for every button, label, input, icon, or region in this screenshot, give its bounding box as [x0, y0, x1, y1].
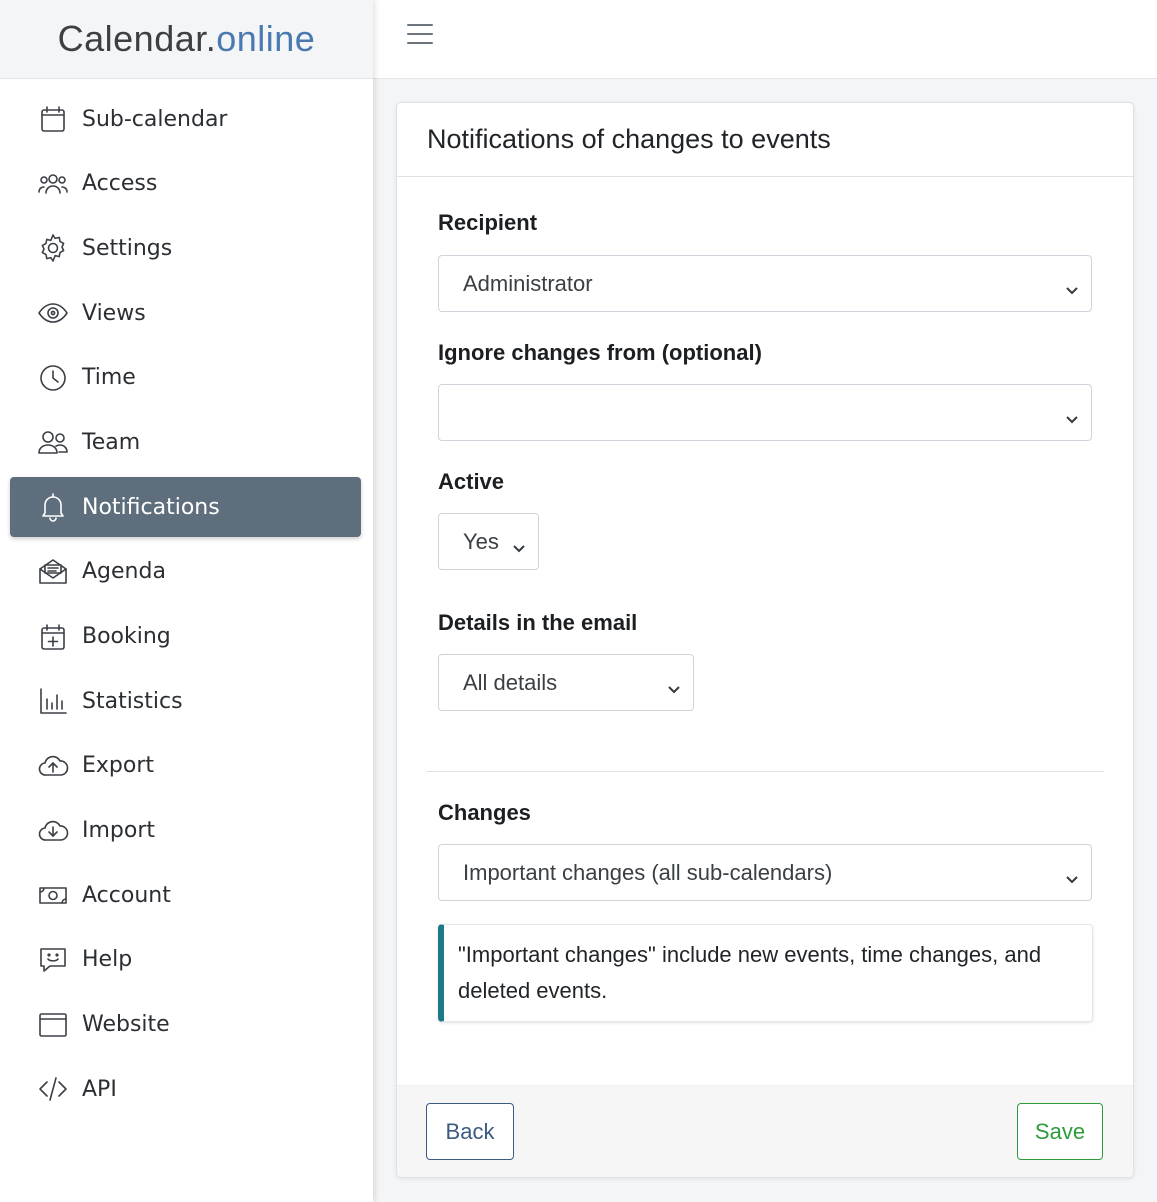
chevron-down-icon [667, 676, 681, 693]
ignore-changes-label: Ignore changes from (optional) [438, 340, 762, 365]
section-divider [426, 771, 1104, 772]
clock-icon [36, 361, 70, 395]
sidebar-item-export[interactable]: Export [10, 736, 361, 796]
active-select-value: Yes [463, 528, 499, 554]
chevron-down-icon [512, 535, 526, 552]
sidebar-item-booking[interactable]: Booking [10, 607, 361, 667]
active-select[interactable]: Yes [438, 513, 539, 570]
sidebar-item-label: Help [82, 947, 133, 973]
browser-window-icon [36, 1008, 70, 1042]
details-select-value: All details [463, 669, 558, 695]
recipient-label: Recipient [438, 210, 538, 235]
sidebar-item-label: Booking [82, 624, 171, 649]
code-icon [36, 1072, 70, 1106]
info-callout: "Important changes" include new events, … [438, 924, 1093, 1022]
sidebar-item-settings[interactable]: Settings [10, 218, 361, 278]
eye-icon [36, 296, 70, 330]
chevron-down-icon [1065, 406, 1079, 423]
team-icon [36, 425, 70, 459]
sidebar-item-label: Team [82, 429, 141, 455]
sidebar-item-label: API [82, 1076, 117, 1102]
menu-toggle-icon[interactable] [407, 24, 433, 46]
sidebar-item-label: Access [82, 171, 158, 197]
chat-smile-icon [36, 943, 70, 977]
details-select[interactable]: All details [438, 654, 694, 711]
recipient-select[interactable]: Administrator [438, 255, 1092, 312]
sidebar-nav: Sub-calendar Access Settings Views Time … [0, 79, 373, 1119]
sidebar-item-label: Website [82, 1012, 170, 1038]
cloud-upload-icon [36, 749, 70, 783]
brand-name-part1: Calendar. [57, 18, 217, 59]
ignore-changes-select[interactable] [438, 384, 1092, 441]
sidebar-item-label: Account [82, 882, 171, 908]
save-button[interactable]: Save [1017, 1103, 1103, 1160]
sidebar-item-time[interactable]: Time [10, 348, 361, 408]
sidebar-item-team[interactable]: Team [10, 412, 361, 472]
sidebar-item-notifications[interactable]: Notifications [10, 477, 361, 538]
sidebar-item-label: Import [82, 818, 156, 844]
sidebar-item-label: Time [82, 365, 136, 391]
sidebar-item-import[interactable]: Import [10, 801, 361, 861]
sidebar-item-views[interactable]: Views [10, 283, 361, 343]
gear-icon [36, 231, 70, 265]
calendar-icon [36, 102, 70, 136]
sidebar-item-help[interactable]: Help [10, 930, 361, 990]
sidebar-item-agenda[interactable]: Agenda [10, 542, 361, 602]
sidebar-item-label: Sub-calendar [82, 106, 228, 132]
sidebar-item-sub-calendar[interactable]: Sub-calendar [10, 89, 361, 149]
sidebar-item-label: Export [82, 753, 155, 779]
sidebar-item-api[interactable]: API [10, 1059, 361, 1119]
sidebar-item-account[interactable]: Account [10, 865, 361, 925]
sidebar-item-label: Agenda [82, 559, 166, 585]
users-group-icon [36, 167, 70, 201]
bell-icon [36, 490, 70, 524]
cash-icon [36, 878, 70, 912]
sidebar-item-website[interactable]: Website [10, 995, 361, 1055]
changes-select[interactable]: Important changes (all sub-calendars) [438, 844, 1092, 901]
card-footer: Back Save [397, 1085, 1133, 1177]
changes-label: Changes [438, 800, 531, 825]
chevron-down-icon [1065, 277, 1079, 294]
chevron-down-icon [1065, 866, 1079, 883]
back-button[interactable]: Back [426, 1103, 514, 1160]
brand-name-part2: online [216, 18, 316, 59]
brand-logo[interactable]: Calendar. online [0, 0, 373, 79]
details-label: Details in the email [438, 610, 638, 635]
active-label: Active [438, 469, 505, 494]
sidebar-item-label: Views [82, 300, 146, 326]
bar-chart-icon [36, 684, 70, 718]
cloud-download-icon [36, 814, 70, 848]
sidebar-item-label: Settings [82, 235, 173, 261]
card-title: Notifications of changes to events [397, 103, 1133, 177]
recipient-select-value: Administrator [463, 270, 593, 296]
sidebar-item-statistics[interactable]: Statistics [10, 671, 361, 731]
envelope-open-icon [36, 555, 70, 589]
sidebar-item-access[interactable]: Access [10, 154, 361, 214]
sidebar-item-label: Notifications [82, 494, 220, 520]
sidebar: Calendar. online Sub-calendar Access Sett… [0, 0, 373, 1202]
notifications-card: Notifications of changes to events Recip… [396, 102, 1134, 1178]
sidebar-item-label: Statistics [82, 688, 183, 714]
changes-select-value: Important changes (all sub-calendars) [463, 859, 833, 885]
top-bar [373, 0, 1157, 79]
card-body: Recipient Administrator Ignore changes f… [397, 177, 1133, 1087]
calendar-plus-icon [36, 620, 70, 654]
